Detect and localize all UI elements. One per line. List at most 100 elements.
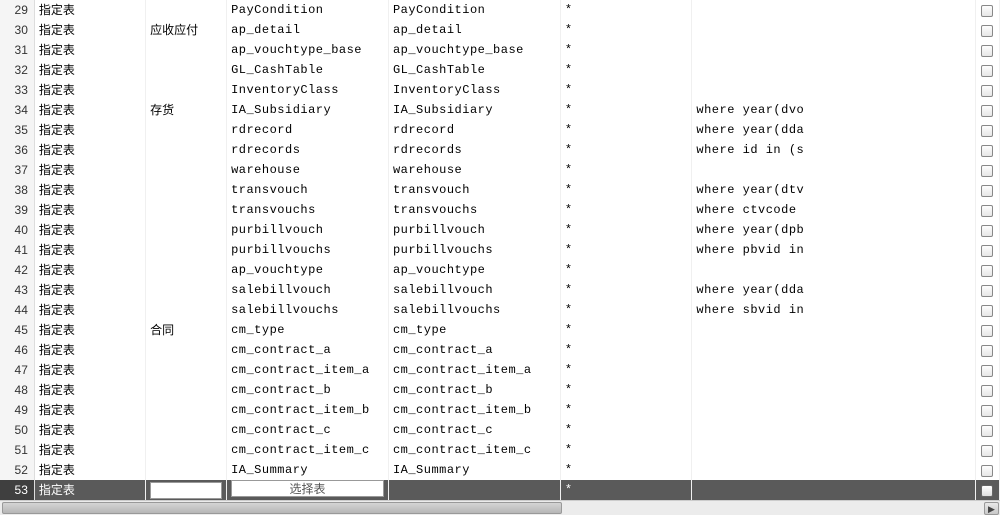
source-table-cell[interactable]: IA_Subsidiary [227, 100, 389, 120]
condition-cell[interactable] [692, 80, 975, 100]
fields-cell[interactable]: * [560, 220, 692, 240]
row-checkbox[interactable] [981, 245, 993, 257]
source-table-cell[interactable]: rdrecord [227, 120, 389, 140]
table-row[interactable]: 37指定表warehousewarehouse* [0, 160, 1000, 180]
row-checkbox[interactable] [981, 485, 993, 497]
source-table-cell[interactable]: cm_type [227, 320, 389, 340]
target-table-cell[interactable]: IA_Subsidiary [388, 100, 560, 120]
row-type-cell[interactable]: 指定表 [34, 320, 145, 340]
table-row[interactable]: 30指定表应收应付ap_detailap_detail* [0, 20, 1000, 40]
scrollbar-thumb[interactable] [2, 502, 562, 514]
row-type-cell[interactable]: 指定表 [34, 440, 145, 460]
group-cell[interactable] [146, 420, 227, 440]
condition-cell[interactable] [692, 60, 975, 80]
target-table-cell[interactable]: InventoryClass [388, 80, 560, 100]
checkbox-cell[interactable] [975, 200, 999, 220]
table-row[interactable]: 52指定表IA_SummaryIA_Summary* [0, 460, 1000, 480]
data-grid[interactable]: 29指定表PayConditionPayCondition*30指定表应收应付a… [0, 0, 1000, 500]
table-row[interactable]: 33指定表InventoryClassInventoryClass* [0, 80, 1000, 100]
row-type-cell[interactable]: 指定表 [34, 0, 145, 20]
source-table-cell[interactable]: ap_vouchtype_base [227, 40, 389, 60]
table-row[interactable]: 34指定表存货IA_SubsidiaryIA_Subsidiary*where … [0, 100, 1000, 120]
row-type-cell[interactable]: 指定表 [34, 240, 145, 260]
condition-cell[interactable]: where year(dvo [692, 100, 975, 120]
target-table-cell[interactable]: cm_contract_item_b [388, 400, 560, 420]
fields-cell[interactable]: * [560, 40, 692, 60]
target-table-cell[interactable]: cm_contract_item_a [388, 360, 560, 380]
group-cell[interactable] [146, 240, 227, 260]
row-checkbox[interactable] [981, 365, 993, 377]
target-table-cell[interactable]: rdrecord [388, 120, 560, 140]
group-cell[interactable] [146, 260, 227, 280]
target-table-cell[interactable]: cm_contract_c [388, 420, 560, 440]
row-checkbox[interactable] [981, 45, 993, 57]
group-cell[interactable] [146, 480, 227, 500]
row-type-cell[interactable]: 指定表 [34, 300, 145, 320]
source-table-cell[interactable]: cm_contract_a [227, 340, 389, 360]
condition-cell[interactable]: where id in (s [692, 140, 975, 160]
checkbox-cell[interactable] [975, 100, 999, 120]
target-table-cell[interactable]: warehouse [388, 160, 560, 180]
row-checkbox[interactable] [981, 465, 993, 477]
target-table-cell[interactable]: GL_CashTable [388, 60, 560, 80]
target-table-cell[interactable]: transvouch [388, 180, 560, 200]
row-type-cell[interactable]: 指定表 [34, 40, 145, 60]
source-table-cell[interactable]: warehouse [227, 160, 389, 180]
row-checkbox[interactable] [981, 125, 993, 137]
table-row[interactable]: 36指定表rdrecordsrdrecords*where id in (s [0, 140, 1000, 160]
source-table-cell[interactable]: cm_contract_c [227, 420, 389, 440]
table-row[interactable]: 44指定表salebillvouchssalebillvouchs*where … [0, 300, 1000, 320]
condition-cell[interactable] [692, 320, 975, 340]
checkbox-cell[interactable] [975, 440, 999, 460]
source-table-cell[interactable]: rdrecords [227, 140, 389, 160]
fields-cell[interactable]: * [560, 80, 692, 100]
group-cell[interactable] [146, 0, 227, 20]
table-row[interactable]: 38指定表transvouchtransvouch*where year(dtv [0, 180, 1000, 200]
checkbox-cell[interactable] [975, 80, 999, 100]
select-table-button[interactable] [231, 480, 384, 497]
condition-cell[interactable]: where year(dda [692, 120, 975, 140]
fields-cell[interactable]: * [560, 140, 692, 160]
fields-cell[interactable]: * [560, 340, 692, 360]
table-row[interactable]: 43指定表salebillvouchsalebillvouch*where ye… [0, 280, 1000, 300]
target-table-cell[interactable]: salebillvouchs [388, 300, 560, 320]
row-checkbox[interactable] [981, 65, 993, 77]
condition-cell[interactable] [692, 260, 975, 280]
row-checkbox[interactable] [981, 145, 993, 157]
row-type-cell[interactable]: 指定表 [34, 100, 145, 120]
row-checkbox[interactable] [981, 225, 993, 237]
table-row[interactable]: 45指定表合同cm_typecm_type* [0, 320, 1000, 340]
source-table-cell[interactable]: PayCondition [227, 0, 389, 20]
target-table-cell[interactable]: cm_contract_a [388, 340, 560, 360]
source-table-cell[interactable]: transvouchs [227, 200, 389, 220]
checkbox-cell[interactable] [975, 40, 999, 60]
row-type-cell[interactable]: 指定表 [34, 480, 145, 500]
source-table-cell[interactable]: cm_contract_item_b [227, 400, 389, 420]
row-checkbox[interactable] [981, 5, 993, 17]
target-table-cell[interactable]: PayCondition [388, 0, 560, 20]
source-table-cell[interactable]: cm_contract_item_a [227, 360, 389, 380]
condition-cell[interactable] [692, 460, 975, 480]
checkbox-cell[interactable] [975, 240, 999, 260]
condition-cell[interactable]: where year(dpb [692, 220, 975, 240]
checkbox-cell[interactable] [975, 300, 999, 320]
row-checkbox[interactable] [981, 445, 993, 457]
checkbox-cell[interactable] [975, 0, 999, 20]
group-cell[interactable] [146, 340, 227, 360]
fields-cell[interactable]: * [560, 360, 692, 380]
condition-cell[interactable] [692, 440, 975, 460]
condition-cell[interactable]: where ctvcode [692, 200, 975, 220]
row-type-cell[interactable]: 指定表 [34, 140, 145, 160]
row-type-cell[interactable]: 指定表 [34, 260, 145, 280]
row-type-cell[interactable]: 指定表 [34, 80, 145, 100]
checkbox-cell[interactable] [975, 340, 999, 360]
condition-cell[interactable] [692, 20, 975, 40]
group-cell[interactable] [146, 460, 227, 480]
group-cell[interactable]: 存货 [146, 100, 227, 120]
fields-cell[interactable]: * [560, 420, 692, 440]
group-input[interactable] [150, 482, 222, 499]
target-table-cell[interactable]: cm_contract_item_c [388, 440, 560, 460]
fields-cell[interactable]: * [560, 400, 692, 420]
condition-cell[interactable] [692, 480, 975, 500]
row-checkbox[interactable] [981, 85, 993, 97]
